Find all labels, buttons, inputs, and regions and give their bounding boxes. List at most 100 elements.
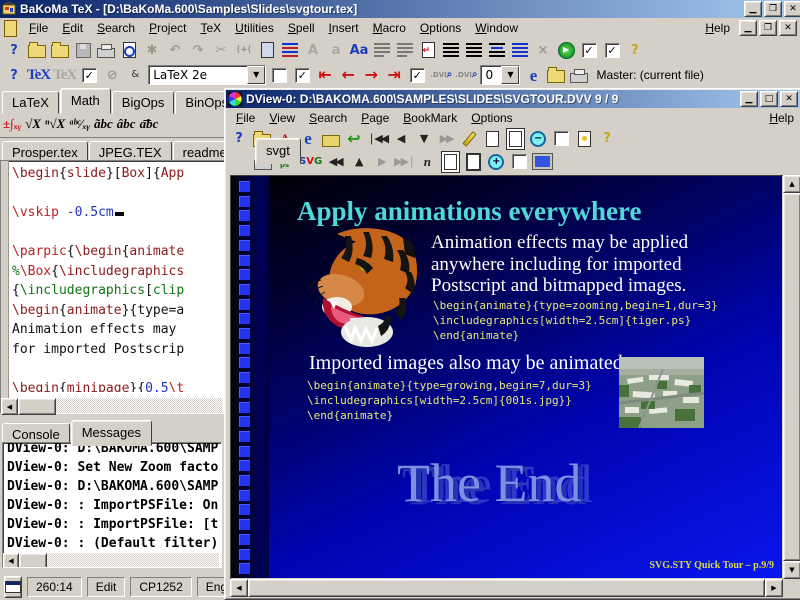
annotate-pen-icon[interactable] <box>459 129 479 149</box>
dview-menu-bookmark[interactable]: BookMark <box>396 109 464 127</box>
math-symbol-1[interactable]: √X <box>25 116 41 132</box>
code-editor[interactable]: \begin{slide}[Box]{App \vskip -0.5cm \pa… <box>0 160 226 414</box>
math-symbol-3[interactable]: ᵃᵇᶜ⁄ₓᵧ <box>69 116 90 132</box>
context-help-icon[interactable]: ? <box>597 129 617 149</box>
find-in-files-icon[interactable] <box>119 40 139 60</box>
scroll-thumb[interactable] <box>783 193 800 561</box>
match-paren-icon[interactable]: (+( <box>234 40 254 60</box>
insert-page-icon[interactable]: ↵ <box>418 40 438 60</box>
dview-menu-page[interactable]: Page <box>354 109 396 127</box>
export-icon[interactable] <box>569 65 589 85</box>
paste-icon[interactable] <box>257 40 277 60</box>
zoom-in-icon[interactable]: + <box>486 152 506 172</box>
copy-icon[interactable] <box>50 40 70 60</box>
nav-prev-icon[interactable]: ← <box>338 65 358 85</box>
scroll-thumb[interactable] <box>18 398 56 415</box>
page-single-icon[interactable] <box>482 129 502 149</box>
scroll-track[interactable] <box>56 398 223 413</box>
typewriter-icon[interactable] <box>321 129 341 149</box>
svg-export-icon[interactable]: SVG <box>299 152 322 172</box>
fit-page-icon[interactable] <box>440 152 460 172</box>
font-lower-icon[interactable]: a <box>326 40 346 60</box>
dvi-view-icon[interactable]: .DVI⌕ <box>430 65 452 85</box>
menu-macro[interactable]: Macro <box>366 19 413 37</box>
menu-tex[interactable]: TeX <box>193 19 228 37</box>
combo-check2[interactable]: ✓ <box>292 65 312 85</box>
font-upper-icon[interactable]: A <box>303 40 323 60</box>
sort-lines-icon[interactable] <box>280 40 300 60</box>
tex-checkbox[interactable]: ✓ <box>79 65 99 85</box>
ie-icon[interactable]: e <box>298 129 318 149</box>
scroll-thumb[interactable] <box>248 579 765 597</box>
dview-hscrollbar[interactable]: ◀ ▶ <box>230 579 783 595</box>
dview-maximize-button[interactable]: □ <box>760 91 778 107</box>
nav-next-icon[interactable]: → <box>361 65 381 85</box>
page-frame-icon[interactable] <box>505 129 525 149</box>
forward-icon[interactable]: ▶ <box>371 152 391 172</box>
menu-options[interactable]: Options <box>413 19 468 37</box>
dview-close-button[interactable]: ✕ <box>780 91 798 107</box>
last-page-icon[interactable]: ▶▶❘ <box>394 152 414 172</box>
para-format-icon[interactable] <box>372 40 392 60</box>
menu-window[interactable]: Window <box>468 19 525 37</box>
menu-edit[interactable]: Edit <box>55 19 90 37</box>
page-refresh-icon[interactable] <box>574 129 594 149</box>
scroll-left-icon[interactable]: ◀ <box>1 398 18 415</box>
page-down-icon[interactable]: ▼ <box>413 129 433 149</box>
combo-check1[interactable] <box>269 65 289 85</box>
page-number-icon[interactable]: n <box>417 152 437 172</box>
open-file-icon[interactable] <box>27 40 47 60</box>
counter-combobox[interactable]: 0▼ <box>480 65 520 85</box>
child-minimize-button[interactable]: ▁ <box>739 20 757 36</box>
format-combobox[interactable]: LaTeX 2e▼ <box>148 65 266 85</box>
chevron-down-icon[interactable]: ▼ <box>247 66 265 84</box>
print-icon[interactable] <box>96 40 116 60</box>
option1-checkbox[interactable]: ✓ <box>579 40 599 60</box>
scroll-track[interactable] <box>47 553 219 567</box>
dview-menu-help[interactable]: Help <box>762 109 800 127</box>
counter-combobox[interactable]: 0▼ <box>480 65 520 85</box>
clear-format-icon[interactable]: × <box>533 40 553 60</box>
math-symbol-2[interactable]: ⁿ√X <box>45 116 65 132</box>
file-tab-svgt[interactable]: svgt <box>255 138 301 164</box>
chevron-down-icon[interactable]: ▼ <box>501 66 519 84</box>
console-hscrollbar[interactable]: ◀ <box>3 553 219 567</box>
next-pages-icon[interactable]: ▶▶ <box>436 129 456 149</box>
math-symbol-6[interactable]: a͞bc <box>140 116 159 132</box>
menu-insert[interactable]: Insert <box>322 19 366 37</box>
scroll-right-icon[interactable]: ▶ <box>765 579 783 597</box>
minimize-button[interactable]: ▁ <box>744 1 762 17</box>
para-reformat-icon[interactable] <box>395 40 415 60</box>
back-icon[interactable]: ↩ <box>344 129 364 149</box>
undo-icon[interactable]: ↶ <box>165 40 185 60</box>
save-icon[interactable] <box>73 40 93 60</box>
dview-menu-file[interactable]: File <box>229 109 262 127</box>
nav-last-icon[interactable]: ⇥ <box>384 65 404 85</box>
console-tab-messages[interactable]: Messages <box>71 420 152 446</box>
menu-spell[interactable]: Spell <box>281 19 322 37</box>
dview-menu-options[interactable]: Options <box>464 109 519 127</box>
menu-search[interactable]: Search <box>90 19 142 37</box>
math-symbol-5[interactable]: âbc <box>117 116 136 132</box>
align-center-icon[interactable] <box>487 40 507 60</box>
dview-menu-view[interactable]: View <box>262 109 302 127</box>
menu-utilities[interactable]: Utilities <box>228 19 281 37</box>
import-icon[interactable] <box>546 65 566 85</box>
scroll-down-icon[interactable]: ▼ <box>783 561 800 579</box>
nav-first-icon[interactable]: ⇤ <box>315 65 335 85</box>
scroll-left-icon[interactable]: ◀ <box>230 579 248 597</box>
align-blue-icon[interactable] <box>510 40 530 60</box>
view-checkbox-1[interactable] <box>551 129 571 149</box>
fit-width-icon[interactable] <box>463 152 483 172</box>
dview-vscrollbar[interactable]: ▲ ▼ <box>783 175 799 579</box>
restore-button[interactable]: ❐ <box>764 1 782 17</box>
console-toggle-button[interactable] <box>4 576 22 598</box>
display-setup-icon[interactable] <box>532 152 552 172</box>
align-justify-icon[interactable] <box>441 40 461 60</box>
dview-minimize-button[interactable]: ▁ <box>740 91 758 107</box>
scroll-left-icon[interactable]: ◀ <box>3 553 19 568</box>
ie-preview-icon[interactable]: e <box>523 65 543 85</box>
dview-menu-search[interactable]: Search <box>302 109 354 127</box>
option2-checkbox[interactable]: ✓ <box>602 40 622 60</box>
first-page-icon[interactable]: ❘◀◀ <box>367 129 387 149</box>
